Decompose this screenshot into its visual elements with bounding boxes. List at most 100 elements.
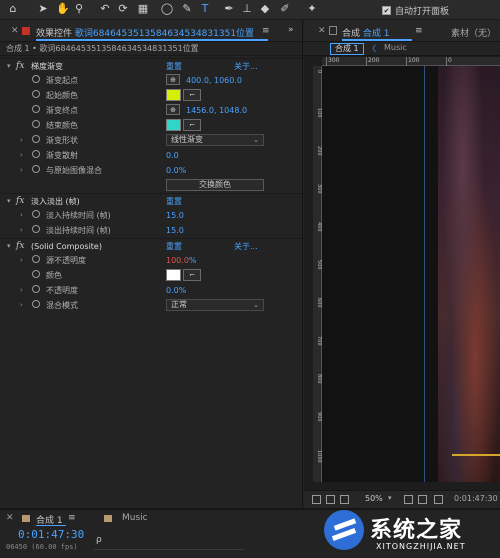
timeline-tab-music[interactable]: Music <box>122 513 148 523</box>
composition-tab[interactable]: ✕ 合成 合成 1 ≡ 素材（无） <box>304 20 500 42</box>
vertical-ruler[interactable]: 0 100 200 300 400 500 600 700 800 900 1000 <box>313 66 322 482</box>
expand-triangle-icon[interactable]: › <box>20 133 23 148</box>
comp-nav-music[interactable]: Music <box>384 43 407 52</box>
stopwatch-icon[interactable] <box>32 135 40 143</box>
expand-triangle-icon[interactable]: › <box>20 208 23 223</box>
eraser-icon[interactable]: ◆ <box>258 2 272 16</box>
collapse-triangle-icon[interactable]: ▾ <box>7 59 11 74</box>
stopwatch-icon[interactable] <box>32 210 40 218</box>
effect-controls-tab[interactable]: ✕ 效果控件 歌词6846453513584634534831351位置 ≡ » <box>0 20 302 42</box>
comp-nav-active[interactable]: 合成 1 <box>330 43 364 55</box>
comp-nav-arrow-icon[interactable]: 〈 <box>368 43 376 54</box>
home-icon[interactable]: ⌂ <box>6 2 20 16</box>
collapse-triangle-icon[interactable]: ▾ <box>7 194 11 209</box>
stopwatch-icon[interactable] <box>32 285 40 293</box>
reset-link[interactable]: 重置 <box>166 239 182 254</box>
stopwatch-icon[interactable] <box>32 150 40 158</box>
chevron-down-icon[interactable]: ▾ <box>388 494 392 502</box>
hand-icon[interactable]: ✋ <box>56 2 70 16</box>
param-value[interactable]: 15.0 <box>166 223 184 238</box>
monitor-icon[interactable] <box>326 495 335 504</box>
about-link[interactable]: 关于... <box>234 239 258 254</box>
param-value[interactable]: 1456.0, 1048.0 <box>186 103 247 118</box>
color-swatch[interactable] <box>166 269 181 281</box>
fx-toggle-icon[interactable]: fx <box>16 194 24 209</box>
stopwatch-icon[interactable] <box>32 255 40 263</box>
horizontal-ruler[interactable]: 300 200 100 0 <box>322 57 500 66</box>
timeline-timecode[interactable]: 0:01:47:30 <box>18 528 84 541</box>
clone-stamp-icon[interactable]: ⊥ <box>240 2 254 16</box>
pan-behind-icon[interactable]: ▦ <box>136 2 150 16</box>
fx-toggle-icon[interactable]: fx <box>16 239 24 254</box>
always-preview-icon[interactable] <box>312 495 321 504</box>
auto-open-panel-toggle[interactable]: ✔ 自动打开面板 <box>382 3 449 17</box>
stopwatch-icon[interactable] <box>32 105 40 113</box>
param-value[interactable]: 400.0, 1060.0 <box>186 73 242 88</box>
panel-lock-icon[interactable] <box>22 27 30 35</box>
panel-menu-icon[interactable]: ≡ <box>262 26 270 36</box>
timeline-search-input[interactable]: ρ <box>94 534 244 550</box>
param-value[interactable]: 15.0 <box>166 208 184 223</box>
footage-tab[interactable]: 素材（无） <box>451 26 496 39</box>
expand-triangle-icon[interactable]: › <box>20 283 23 298</box>
effect-header[interactable]: ▾ fx 淡入淡出 (帧) 重置 <box>0 193 302 208</box>
param-value[interactable]: 100.0% <box>166 253 197 268</box>
expand-triangle-icon[interactable]: › <box>20 298 23 313</box>
swap-colors-button[interactable]: 交换颜色 <box>166 179 264 191</box>
brush-icon[interactable]: ✒ <box>222 2 236 16</box>
close-tab-icon[interactable]: ✕ <box>318 26 326 36</box>
effect-header[interactable]: ▾ fx 梯度渐变 重置 关于... <box>0 58 302 73</box>
stopwatch-icon[interactable] <box>32 165 40 173</box>
rotate-icon[interactable]: ↶ <box>98 2 112 16</box>
expand-triangle-icon[interactable]: › <box>20 163 23 178</box>
snapshot-icon[interactable] <box>434 495 443 504</box>
panel-menu-icon[interactable]: ≡ <box>68 513 76 523</box>
grid-toggle-icon[interactable] <box>404 495 413 504</box>
zoom-select[interactable]: 50% <box>365 494 383 503</box>
panel-menu-icon[interactable]: ≡ <box>415 26 423 36</box>
reset-link[interactable]: 重置 <box>166 59 182 74</box>
puppet-pin-icon[interactable]: ✦ <box>305 2 319 16</box>
transparency-grid-icon[interactable] <box>418 495 427 504</box>
stopwatch-icon[interactable] <box>32 75 40 83</box>
color-swatch[interactable] <box>166 119 181 131</box>
param-dropdown[interactable]: 正常 ⌄ <box>166 299 264 311</box>
current-time[interactable]: 0:01:47:30 <box>454 494 498 503</box>
selection-arrow-icon[interactable]: ➤ <box>36 2 50 16</box>
reset-link[interactable]: 重置 <box>166 194 182 209</box>
guide-line[interactable] <box>424 66 425 482</box>
stopwatch-icon[interactable] <box>32 300 40 308</box>
eyedropper-icon[interactable]: ⌐ <box>183 119 201 131</box>
param-value[interactable]: 0.0% <box>166 163 186 178</box>
color-swatch[interactable] <box>166 89 181 101</box>
expand-triangle-icon[interactable]: › <box>20 148 23 163</box>
checkbox[interactable]: ✔ <box>382 5 391 15</box>
roto-brush-icon[interactable]: ✐ <box>278 2 292 16</box>
expand-triangle-icon[interactable]: › <box>20 223 23 238</box>
zoom-icon[interactable]: ⚲ <box>72 2 86 16</box>
pen-icon[interactable]: ✎ <box>180 2 194 16</box>
point-target-icon[interactable]: ⊕ <box>166 74 180 85</box>
stopwatch-icon[interactable] <box>32 90 40 98</box>
collapse-triangle-icon[interactable]: ▾ <box>7 239 11 254</box>
param-dropdown[interactable]: 线性渐变 ⌄ <box>166 134 264 146</box>
stopwatch-icon[interactable] <box>32 120 40 128</box>
param-value[interactable]: 0.0 <box>166 148 179 163</box>
expand-triangle-icon[interactable]: › <box>20 253 23 268</box>
mask-visibility-icon[interactable] <box>340 495 349 504</box>
point-target-icon[interactable]: ⊕ <box>166 104 180 115</box>
fx-toggle-icon[interactable]: fx <box>16 59 24 74</box>
panel-lock-icon[interactable] <box>329 26 337 35</box>
effect-header[interactable]: ▾ fx (Solid Composite) 重置 关于... <box>0 238 302 253</box>
ellipse-icon[interactable]: ◯ <box>160 2 174 16</box>
camera-orbit-icon[interactable]: ⟳ <box>116 2 130 16</box>
close-tab-icon[interactable]: ✕ <box>11 26 19 36</box>
param-value[interactable]: 0.0% <box>166 283 186 298</box>
panel-overflow-chevron-icon[interactable]: » <box>288 25 294 35</box>
close-tab-icon[interactable]: ✕ <box>6 513 14 523</box>
stopwatch-icon[interactable] <box>32 270 40 278</box>
stopwatch-icon[interactable] <box>32 225 40 233</box>
eyedropper-icon[interactable]: ⌐ <box>183 89 201 101</box>
eyedropper-icon[interactable]: ⌐ <box>183 269 201 281</box>
about-link[interactable]: 关于... <box>234 59 258 74</box>
